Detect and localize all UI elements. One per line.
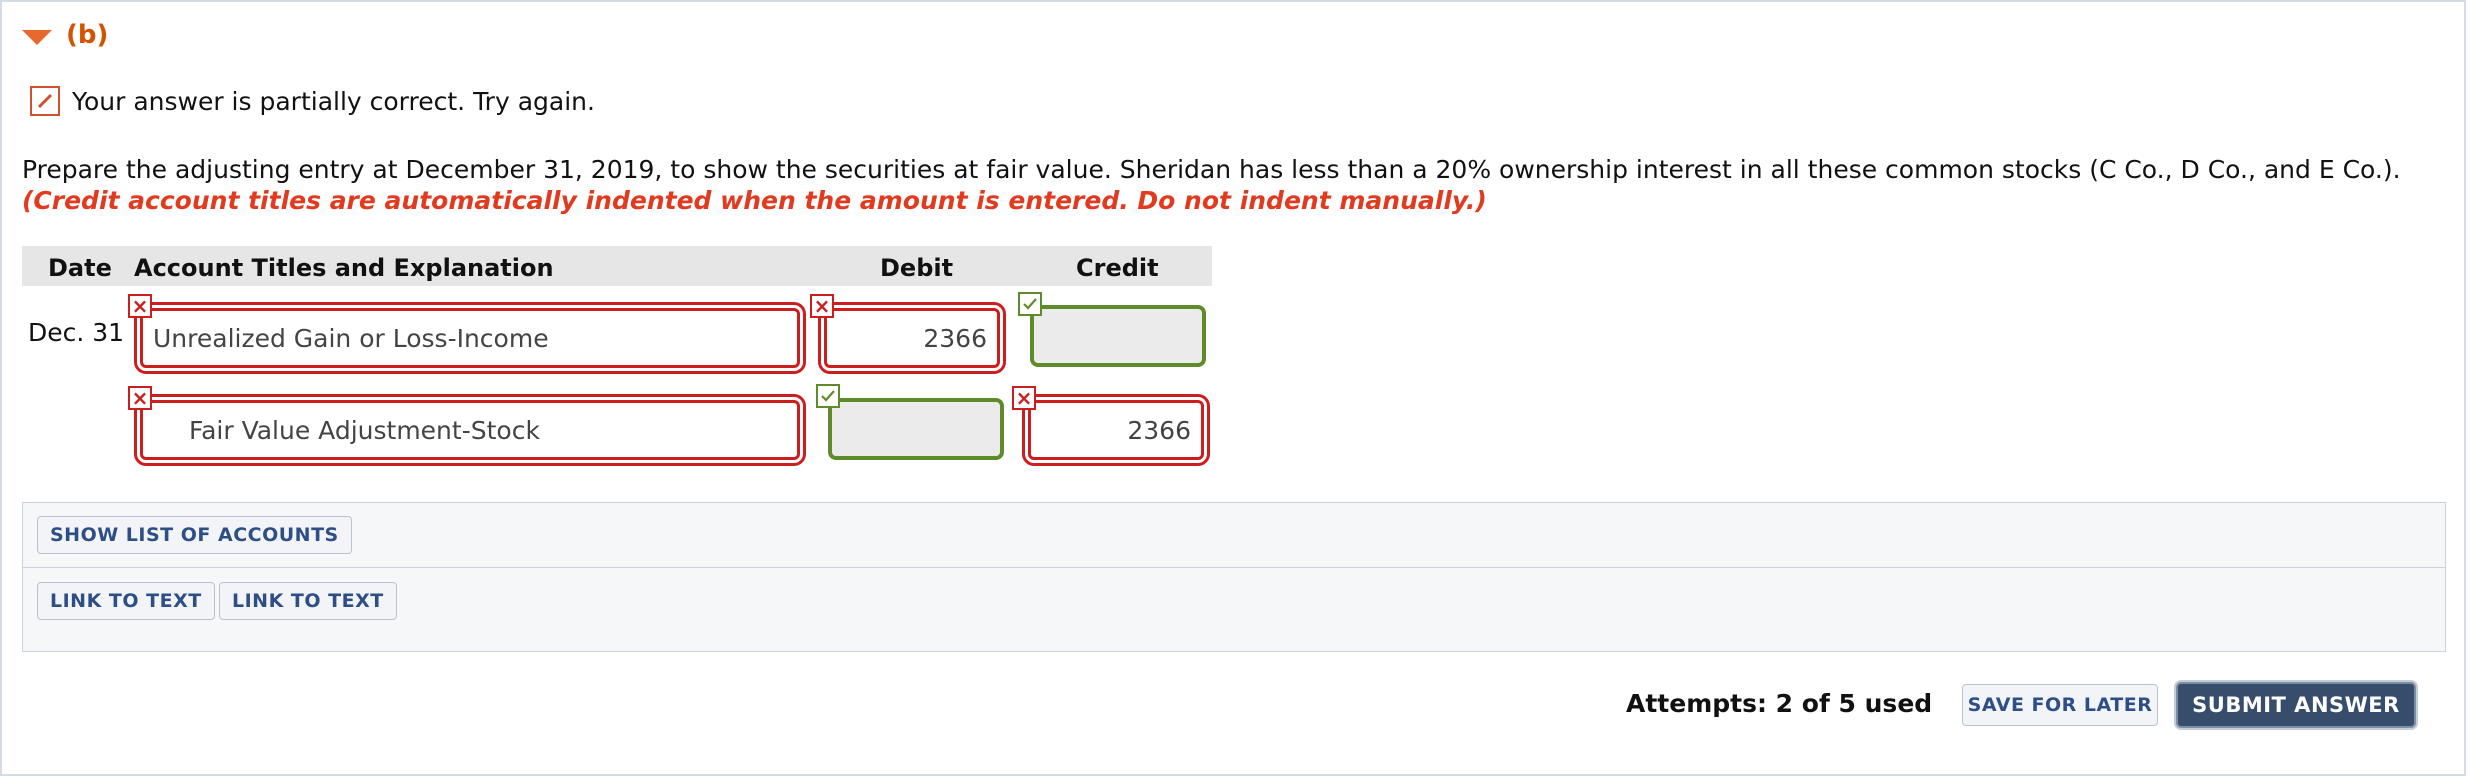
- row1-debit-input[interactable]: 2366: [824, 308, 1000, 368]
- incorrect-icon: ×: [1012, 386, 1036, 410]
- journal-header: Date Account Titles and Explanation Debi…: [22, 246, 1212, 286]
- header-account: Account Titles and Explanation: [134, 254, 554, 282]
- part-header[interactable]: (b): [22, 20, 108, 50]
- row2-credit-value: 2366: [1127, 415, 1191, 445]
- link-to-text-button[interactable]: LINK TO TEXT: [37, 582, 215, 620]
- instructions-text: Prepare the adjusting entry at December …: [22, 155, 2401, 184]
- row1-credit-input[interactable]: [1030, 305, 1206, 367]
- incorrect-icon: ×: [128, 294, 152, 318]
- links-panel: LINK TO TEXT LINK TO TEXT: [22, 568, 2446, 652]
- incorrect-icon: ×: [810, 294, 834, 318]
- feedback-status: Your answer is partially correct. Try ag…: [30, 86, 595, 116]
- row1-date: Dec. 31: [28, 318, 125, 347]
- row2-credit-input[interactable]: 2366: [1028, 400, 1204, 460]
- correct-check-icon: [816, 384, 840, 408]
- feedback-message: Your answer is partially correct. Try ag…: [72, 86, 595, 116]
- row1-account-value: Unrealized Gain or Loss-Income: [153, 323, 549, 353]
- correct-check-icon: [1018, 292, 1042, 316]
- question-panel: [0, 0, 2466, 776]
- collapse-triangle-icon[interactable]: [22, 29, 52, 45]
- incorrect-icon: ×: [128, 386, 152, 410]
- header-debit: Debit: [880, 254, 954, 282]
- header-date: Date: [48, 254, 112, 282]
- partially-correct-icon: [30, 86, 60, 116]
- row2-account-value: Fair Value Adjustment-Stock: [189, 415, 540, 445]
- show-list-of-accounts-button[interactable]: SHOW LIST OF ACCOUNTS: [37, 516, 352, 554]
- instructions: Prepare the adjusting entry at December …: [22, 154, 2442, 216]
- submit-answer-button[interactable]: SUBMIT ANSWER: [2176, 682, 2416, 728]
- attempts-counter: Attempts: 2 of 5 used: [1626, 689, 1933, 718]
- link-to-text-button[interactable]: LINK TO TEXT: [219, 582, 397, 620]
- part-label: (b): [66, 20, 109, 50]
- instructions-note: (Credit account titles are automatically…: [22, 186, 1487, 215]
- save-for-later-button[interactable]: SAVE FOR LATER: [1962, 684, 2158, 726]
- row2-debit-input[interactable]: [828, 398, 1004, 460]
- row2-account-input[interactable]: Fair Value Adjustment-Stock: [140, 400, 800, 460]
- accounts-panel: SHOW LIST OF ACCOUNTS: [22, 502, 2446, 568]
- row1-debit-value: 2366: [923, 323, 987, 353]
- row1-account-input[interactable]: Unrealized Gain or Loss-Income: [140, 308, 800, 368]
- header-credit: Credit: [1076, 254, 1159, 282]
